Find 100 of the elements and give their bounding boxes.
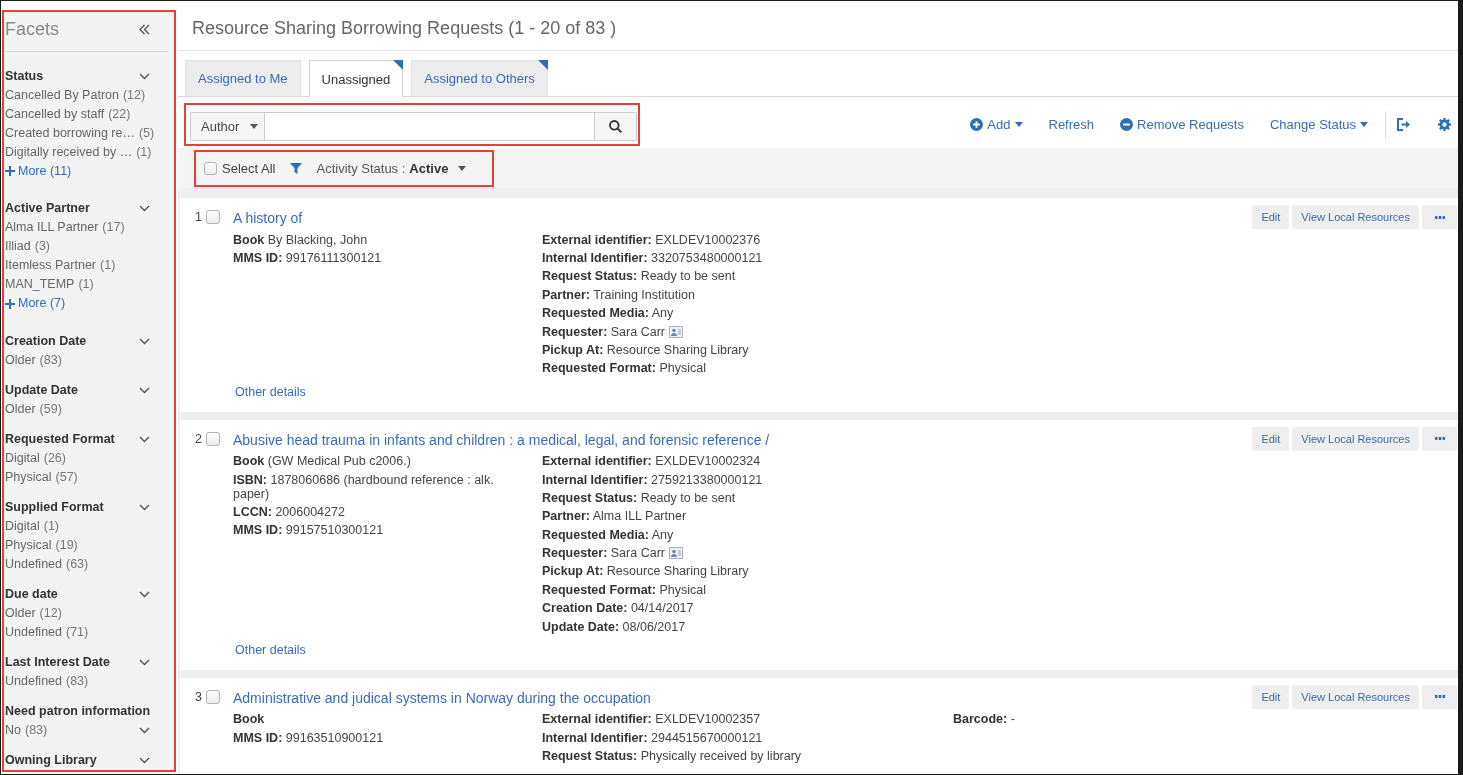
search-button[interactable]	[595, 112, 637, 141]
action-button[interactable]: View Local Resources	[1292, 205, 1419, 229]
tab[interactable]: Unassigned	[308, 60, 404, 97]
facet-option[interactable]: No	[5, 720, 21, 740]
record-field: Requester: Sara Carr	[542, 324, 665, 339]
more-actions-button[interactable]	[1422, 205, 1457, 229]
request-title-link[interactable]: Abusive head trauma in infants and children : a medical, legal, and forensic reference /	[233, 429, 770, 450]
action-button[interactable]: View Local Resources	[1292, 684, 1419, 709]
chevron-down-icon[interactable]	[139, 503, 150, 511]
chevron-down-icon[interactable]	[139, 386, 150, 394]
caret-down-icon	[1360, 122, 1368, 127]
more-actions-button[interactable]	[1422, 426, 1457, 451]
facet-count: (3)	[34, 238, 50, 255]
request-title-link[interactable]: Administrative and judical systems in Norway during the occupation	[233, 687, 651, 708]
filter-icon[interactable]	[290, 163, 303, 174]
facet-option[interactable]: Undefined	[5, 671, 62, 691]
record-field: External identifier: EXLDEV10002357	[542, 712, 761, 727]
chevron-down-icon[interactable]	[139, 590, 150, 598]
refresh-button[interactable]: Refresh	[1048, 117, 1095, 132]
record-field: Pickup At: Resource Sharing Library	[542, 564, 749, 579]
more-dots-icon	[1434, 437, 1445, 440]
contact-card-icon[interactable]	[668, 325, 683, 338]
page-title: Resource Sharing Borrowing Requests (1 - 20 of 83 )	[192, 17, 617, 39]
facet-count: (83)	[66, 672, 89, 690]
format-text: Book By Blacking, John	[233, 232, 368, 247]
facet-option[interactable]: Undefined	[5, 554, 62, 574]
facet-option[interactable]: Digital	[5, 448, 40, 468]
action-button[interactable]: Edit	[1252, 426, 1290, 451]
action-button[interactable]: Edit	[1252, 205, 1290, 229]
facet-count: (1)	[43, 517, 60, 535]
settings-icon[interactable]	[1438, 118, 1451, 131]
caret-down-icon	[250, 124, 258, 129]
record-field: Internal Identifier: 3320753480000121	[542, 251, 763, 266]
chevron-down-icon[interactable]	[139, 337, 150, 345]
more-actions-button[interactable]	[1422, 684, 1457, 709]
facet-option[interactable]: Illiad	[5, 237, 31, 256]
facet-option[interactable]: Older	[5, 603, 36, 623]
facet-count: (5)	[138, 124, 155, 142]
facet-option[interactable]: Created borrowing re…	[5, 123, 135, 143]
facet-option[interactable]: Older	[5, 350, 36, 370]
tab[interactable]: Assigned to Me	[185, 60, 301, 96]
facet-option[interactable]: Cancelled by staff	[5, 104, 105, 124]
row-number: 3	[195, 689, 202, 704]
facet-option[interactable]: Digitally received by …	[5, 142, 133, 162]
show-more-link[interactable]: More (11)	[5, 161, 72, 181]
facet-option[interactable]: Physical	[5, 535, 52, 555]
action-button[interactable]: View Local Resources	[1292, 426, 1419, 451]
show-more-link[interactable]: More (7)	[5, 294, 66, 313]
record-field: Requester: Sara Carr	[542, 546, 665, 561]
request-title-link[interactable]: A history of	[233, 208, 303, 228]
facet-count: (71)	[66, 623, 89, 641]
facets-title: Facets	[5, 18, 60, 40]
facet-option[interactable]: Older	[5, 399, 36, 419]
facet-option[interactable]: Alma ILL Partner	[5, 218, 99, 237]
more-dots-icon	[1434, 695, 1445, 699]
facet-count: (22)	[108, 105, 131, 123]
record-field: Partner: Alma ILL Partner	[542, 509, 687, 524]
chevron-down-icon[interactable]	[139, 658, 150, 666]
facet-option[interactable]: Digital	[5, 516, 40, 536]
record-field: Creation Date: 04/14/2017	[542, 601, 694, 616]
checkbox[interactable]	[206, 431, 220, 446]
facet-group-title: Status	[5, 67, 44, 85]
search-field[interactable]	[264, 112, 595, 141]
chevron-down-icon[interactable]	[139, 205, 150, 212]
action-button[interactable]: Edit	[1252, 684, 1290, 709]
facet-option[interactable]: MAN_TEMP	[5, 275, 75, 294]
export-icon[interactable]	[1397, 118, 1411, 131]
row-number: 2	[195, 431, 202, 446]
other-details-link[interactable]: Other details	[235, 382, 306, 401]
tab[interactable]: Assigned to Others	[411, 60, 548, 96]
facet-group-title: Active Partner	[5, 200, 90, 217]
facet-count: (12)	[39, 604, 62, 622]
chevron-down-icon[interactable]	[139, 72, 150, 80]
checkbox[interactable]	[204, 162, 217, 175]
contact-card-icon[interactable]	[668, 547, 683, 560]
dropdown-button[interactable]: Change Status	[1270, 117, 1368, 132]
record-field: MMS ID: 99163510900121	[233, 730, 384, 745]
caret-down-icon	[458, 166, 467, 171]
facet-option[interactable]: Undefined	[5, 622, 62, 642]
facet-option[interactable]: Itemless Partner	[5, 256, 96, 275]
chevron-down-icon[interactable]	[139, 726, 150, 734]
remove-button[interactable]: Remove Requests	[1120, 117, 1244, 132]
facet-option[interactable]: Physical	[5, 467, 52, 487]
other-details-link[interactable]: Other details	[235, 640, 306, 659]
double-chevron-left-icon[interactable]	[139, 23, 150, 35]
add-button[interactable]: Add	[970, 117, 1023, 132]
record-field: LCCN: 2006004272	[233, 504, 345, 519]
plus-icon	[5, 166, 15, 176]
search-field-dropdown[interactable]: Author	[190, 112, 264, 141]
chevron-down-icon[interactable]	[139, 435, 150, 443]
activity-status-filter[interactable]: Activity Status : Active	[316, 161, 467, 176]
facet-option[interactable]: Cancelled By Patron	[5, 85, 119, 105]
record-field: Internal Identifier: 2759213380000121	[542, 472, 763, 487]
facet-count: (17)	[102, 219, 125, 236]
facet-count: (12)	[122, 86, 146, 104]
checkbox[interactable]	[206, 689, 220, 704]
chevron-down-icon[interactable]	[139, 756, 150, 764]
checkbox[interactable]	[206, 210, 220, 224]
record-field: External identifier: EXLDEV10002376	[542, 232, 761, 247]
facet-group-title: Supplied Format	[5, 498, 104, 516]
